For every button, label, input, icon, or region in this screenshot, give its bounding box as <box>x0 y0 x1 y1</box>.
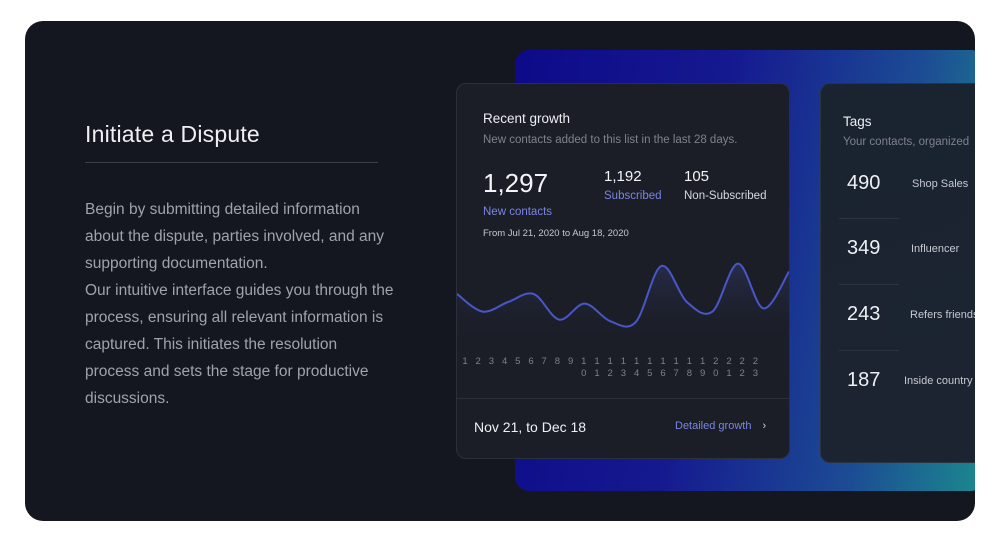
tags-subtitle: Your contacts, organized <box>843 136 970 148</box>
x-tick: 18 <box>686 356 693 379</box>
growth-chart <box>457 262 789 344</box>
tags-title: Tags <box>843 114 872 129</box>
x-tick: 16 <box>660 356 666 379</box>
x-axis: 1234567891011121314151617181920212223 <box>457 356 789 386</box>
x-tick: 3 <box>488 356 495 367</box>
detailed-growth-label: Detailed growth <box>675 420 752 432</box>
tag-row-shop-sales[interactable]: 490 Shop Sales <box>821 172 975 202</box>
x-tick: 5 <box>515 356 521 367</box>
tag-count: 187 <box>847 369 881 391</box>
growth-area <box>457 263 789 344</box>
tag-row-inside-country[interactable]: 187 Inside country <box>821 369 975 399</box>
non-subscribed-label: Non-Subscribed <box>684 190 767 202</box>
tag-count: 349 <box>847 237 881 259</box>
tag-name: Influencer <box>911 243 960 255</box>
tag-row-refers-friends[interactable]: 243 Refers friends <box>821 303 975 333</box>
description-paragraph-1: Begin by submitting detailed information… <box>85 201 385 272</box>
x-tick: 15 <box>647 356 653 379</box>
tag-divider <box>839 350 899 351</box>
tag-count: 490 <box>847 172 881 194</box>
growth-subtitle: New contacts added to this list in the l… <box>483 134 738 146</box>
tag-divider <box>839 284 899 285</box>
new-contacts-label: New contacts <box>483 206 553 218</box>
subscribed-label: Subscribed <box>604 190 662 202</box>
x-tick: 8 <box>554 356 561 367</box>
recent-growth-panel: Recent growth New contacts added to this… <box>456 83 790 459</box>
new-contacts-value: 1,297 <box>483 168 549 198</box>
tags-panel: Tags Your contacts, organized 490 Shop S… <box>820 83 975 463</box>
tag-name: Shop Sales <box>912 178 969 190</box>
x-tick: 23 <box>752 356 759 379</box>
title-divider <box>85 162 378 163</box>
detailed-growth-link[interactable]: Detailed growth › <box>675 420 766 432</box>
x-tick: 11 <box>594 356 600 379</box>
x-tick: 12 <box>607 356 613 379</box>
x-tick: 13 <box>620 356 627 379</box>
x-tick: 6 <box>528 356 534 367</box>
feature-card: Initiate a Dispute Begin by submitting d… <box>25 21 975 521</box>
x-tick: 4 <box>501 356 508 367</box>
tag-name: Inside country <box>904 375 973 387</box>
x-tick: 7 <box>541 356 547 367</box>
x-tick: 21 <box>726 356 732 379</box>
x-tick: 17 <box>673 356 679 379</box>
x-tick: 9 <box>567 356 574 367</box>
x-tick: 19 <box>699 356 706 379</box>
x-tick: 22 <box>739 356 745 379</box>
tag-name: Refers friends <box>910 309 975 321</box>
description: Begin by submitting detailed information… <box>85 196 395 412</box>
tag-count: 243 <box>847 303 881 325</box>
x-tick: 1 <box>462 356 468 367</box>
x-tick: 10 <box>581 356 587 379</box>
subscribed-value: 1,192 <box>604 168 642 185</box>
non-subscribed-value: 105 <box>684 168 710 185</box>
tag-row-influencer[interactable]: 349 Influencer <box>821 237 975 267</box>
x-tick: 14 <box>633 356 640 379</box>
footer-divider <box>457 398 789 399</box>
tag-divider <box>839 218 899 219</box>
x-tick: 2 <box>475 356 481 367</box>
footer-range: Nov 21, to Dec 18 <box>474 419 587 435</box>
page-title: Initiate a Dispute <box>85 121 260 147</box>
x-tick: 20 <box>713 356 719 379</box>
growth-title: Recent growth <box>483 111 571 126</box>
chevron-right-icon: › <box>762 420 767 432</box>
description-paragraph-2: Our intuitive interface guides you throu… <box>85 282 394 407</box>
